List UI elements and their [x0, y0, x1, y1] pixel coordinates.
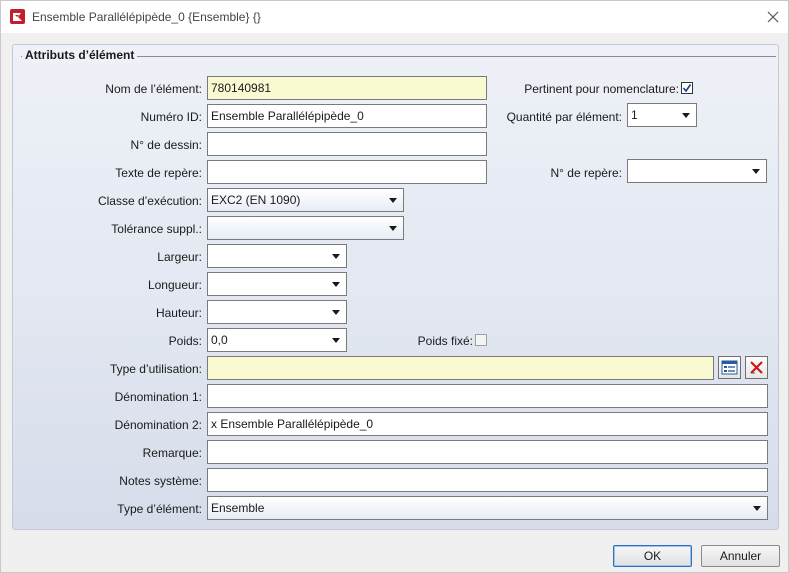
- type-element-label: Type d’élément:: [117, 502, 202, 516]
- cancel-button-label: Annuler: [719, 549, 762, 563]
- remarque-label: Remarque:: [142, 446, 202, 460]
- texte-repere-label: Texte de repère:: [115, 166, 202, 180]
- notes-systeme-label: Notes système:: [119, 474, 202, 488]
- no-dessin-label: N° de dessin:: [130, 138, 202, 152]
- type-utilisation-label: Type d’utilisation:: [109, 362, 202, 376]
- pertinent-label: Pertinent pour nomenclature:: [524, 82, 679, 96]
- longueur-combo[interactable]: [207, 272, 347, 296]
- numero-id-label: Numéro ID:: [140, 110, 202, 124]
- chevron-down-icon: [332, 254, 340, 259]
- checkmark-icon: [682, 84, 692, 93]
- largeur-label: Largeur:: [157, 250, 202, 264]
- group-title: Attributs d’élément: [22, 48, 138, 62]
- poids-combo[interactable]: 0,0: [207, 328, 347, 352]
- denomination2-label: Dénomination 2:: [114, 418, 202, 432]
- numero-id-field[interactable]: Ensemble Parallélépipède_0: [207, 104, 487, 128]
- type-element-combo[interactable]: Ensemble: [207, 496, 768, 520]
- poids-fixe-checkbox[interactable]: [475, 334, 487, 346]
- poids-value: 0,0: [211, 333, 228, 347]
- chevron-down-icon: [332, 282, 340, 287]
- hauteur-combo[interactable]: [207, 300, 347, 324]
- no-dessin-field[interactable]: [207, 132, 487, 156]
- chevron-down-icon: [752, 169, 760, 174]
- clear-usage-button[interactable]: [745, 356, 768, 379]
- close-button[interactable]: [761, 5, 785, 29]
- hauteur-label: Hauteur:: [155, 306, 202, 320]
- classe-execution-label: Classe d’exécution:: [97, 194, 202, 208]
- longueur-label: Longueur:: [147, 278, 202, 292]
- remarque-field[interactable]: [207, 440, 768, 464]
- notes-systeme-field[interactable]: [207, 468, 768, 492]
- no-repere-label: N° de repère:: [550, 166, 622, 180]
- classe-execution-combo[interactable]: EXC2 (EN 1090): [207, 188, 404, 212]
- chevron-down-icon: [389, 198, 397, 203]
- ok-button-label: OK: [643, 549, 662, 563]
- chevron-down-icon: [332, 310, 340, 315]
- delete-icon: [750, 361, 763, 374]
- nom-element-field[interactable]: 780140981: [207, 76, 487, 100]
- chevron-down-icon: [682, 113, 690, 118]
- title-bar: Ensemble Parallélépipède_0 {Ensemble} {}: [1, 1, 788, 33]
- denomination1-field[interactable]: [207, 384, 768, 408]
- browse-catalog-button[interactable]: [718, 356, 741, 379]
- pertinent-checkbox[interactable]: [681, 82, 693, 94]
- quantite-value: 1: [631, 108, 638, 122]
- denomination2-field[interactable]: x Ensemble Parallélépipède_0: [207, 412, 768, 436]
- tolerance-label: Tolérance suppl.:: [111, 222, 202, 236]
- tolerance-combo[interactable]: [207, 216, 404, 240]
- chevron-down-icon: [753, 506, 761, 511]
- poids-fixe-label: Poids fixé:: [417, 334, 473, 348]
- type-element-value: Ensemble: [211, 501, 265, 515]
- app-logo-icon: [10, 9, 25, 24]
- dialog-window: Ensemble Parallélépipède_0 {Ensemble} {}…: [0, 0, 789, 573]
- nom-element-label: Nom de l’élément:: [105, 82, 202, 96]
- chevron-down-icon: [332, 338, 340, 343]
- catalog-icon: [721, 360, 738, 375]
- chevron-down-icon: [389, 226, 397, 231]
- cancel-button[interactable]: Annuler: [701, 545, 780, 567]
- close-icon: [767, 11, 779, 23]
- type-utilisation-field[interactable]: [207, 356, 714, 380]
- ok-button[interactable]: OK: [613, 545, 692, 567]
- largeur-combo[interactable]: [207, 244, 347, 268]
- texte-repere-field[interactable]: [207, 160, 487, 184]
- denomination1-label: Dénomination 1:: [114, 390, 202, 404]
- no-repere-combo[interactable]: [627, 159, 767, 183]
- window-title: Ensemble Parallélépipède_0 {Ensemble} {}: [32, 10, 261, 24]
- classe-execution-value: EXC2 (EN 1090): [211, 193, 301, 207]
- quantite-combo[interactable]: 1: [627, 103, 697, 127]
- attributes-group: Attributs d’élément Nom de l’élément: 78…: [12, 44, 779, 530]
- poids-label: Poids:: [168, 334, 202, 348]
- quantite-label: Quantité par élément:: [506, 110, 622, 124]
